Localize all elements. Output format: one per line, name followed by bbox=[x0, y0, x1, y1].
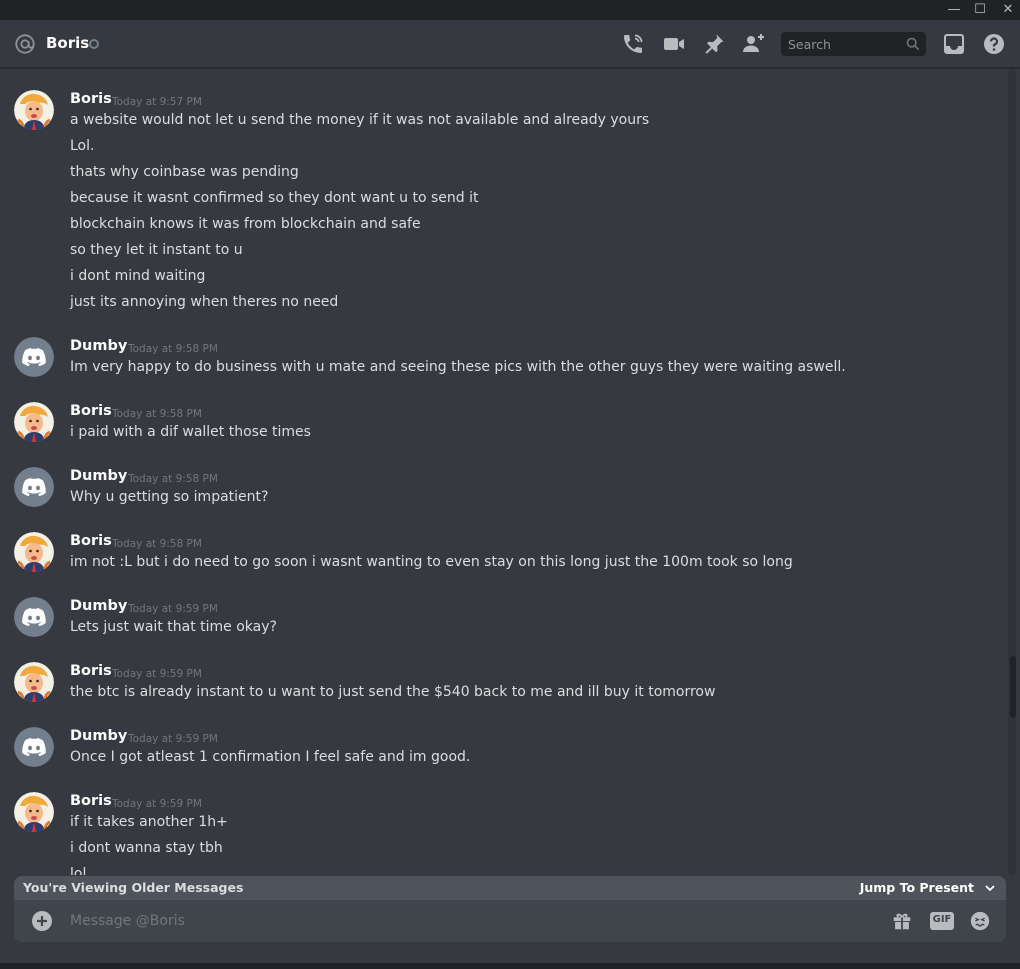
older-messages-text: You're Viewing Older Messages bbox=[23, 880, 244, 895]
message-text: because it wasnt confirmed so they dont … bbox=[70, 190, 479, 206]
gift-icon[interactable] bbox=[891, 910, 913, 932]
help-icon[interactable] bbox=[982, 32, 1006, 56]
message-timestamp: Today at 9:59 PM bbox=[112, 668, 202, 680]
message-text: Why u getting so impatient? bbox=[70, 489, 269, 505]
add-friend-to-dm-icon[interactable] bbox=[742, 32, 766, 56]
message-timestamp: Today at 9:58 PM bbox=[128, 343, 218, 355]
emoji-icon[interactable] bbox=[969, 910, 991, 932]
message-text: i dont mind waiting bbox=[70, 268, 206, 284]
message-text: Im very happy to do business with u mate… bbox=[70, 359, 846, 375]
search-box[interactable] bbox=[781, 32, 926, 56]
boris-avatar[interactable] bbox=[14, 662, 54, 702]
message-text: a website would not let u send the money… bbox=[70, 112, 650, 128]
message-text: thats why coinbase was pending bbox=[70, 164, 299, 180]
pinned-messages-icon[interactable] bbox=[702, 32, 726, 56]
start-voice-call-icon[interactable] bbox=[621, 32, 645, 56]
message-text: just its annoying when theres no need bbox=[70, 294, 339, 310]
message-timestamp: Today at 9:58 PM bbox=[112, 408, 202, 420]
message-timestamp: Today at 9:59 PM bbox=[128, 733, 218, 745]
channel-header: Boris bbox=[0, 20, 1020, 68]
jump-to-present-button[interactable]: Jump To Present bbox=[860, 880, 974, 895]
message-author[interactable]: Boris bbox=[70, 663, 112, 679]
message-author[interactable]: Dumby bbox=[70, 598, 127, 614]
message-text: i dont wanna stay tbh bbox=[70, 840, 223, 856]
older-messages-banner: You're Viewing Older Messages Jump To Pr… bbox=[14, 876, 1006, 900]
message-timestamp: Today at 9:57 PM bbox=[112, 96, 202, 108]
gif-icon[interactable]: GIF bbox=[930, 912, 954, 930]
inbox-icon[interactable] bbox=[942, 32, 966, 56]
message-author[interactable]: Boris bbox=[70, 91, 112, 107]
message-text: blockchain knows it was from blockchain … bbox=[70, 216, 421, 232]
window-titlebar: — ☐ ✕ bbox=[0, 0, 1020, 20]
message-input[interactable] bbox=[70, 910, 850, 932]
message-text: Lol. bbox=[70, 138, 95, 154]
message-list[interactable]: Boris Today at 9:57 PM a website would not… bbox=[0, 69, 1008, 875]
maximize-button[interactable]: ☐ bbox=[966, 0, 994, 20]
minimize-button[interactable]: — bbox=[940, 0, 968, 20]
message-text: if it takes another 1h+ bbox=[70, 814, 228, 830]
message-text: Lets just wait that time okay? bbox=[70, 619, 277, 635]
scrollbar-track[interactable] bbox=[1008, 69, 1016, 875]
message-text: lol bbox=[70, 866, 87, 875]
start-video-call-icon[interactable] bbox=[662, 32, 686, 56]
message-text: so they let it instant to u bbox=[70, 242, 243, 258]
message-author[interactable]: Dumby bbox=[70, 728, 127, 744]
message-author[interactable]: Dumby bbox=[70, 338, 127, 354]
offline-status-icon bbox=[89, 39, 99, 49]
close-window-button[interactable]: ✕ bbox=[994, 0, 1020, 20]
message-author[interactable]: Boris bbox=[70, 793, 112, 809]
message-author[interactable]: Boris bbox=[70, 403, 112, 419]
message-text: i paid with a dif wallet those times bbox=[70, 424, 311, 440]
message-composer: GIF bbox=[14, 900, 1006, 942]
gif-label: GIF bbox=[932, 914, 952, 925]
discord-default-avatar[interactable] bbox=[14, 337, 54, 377]
message-timestamp: Today at 9:58 PM bbox=[112, 538, 202, 550]
message-text: the btc is already instant to u want to … bbox=[70, 684, 716, 700]
window-bottom-edge bbox=[0, 963, 1020, 969]
discord-default-avatar[interactable] bbox=[14, 467, 54, 507]
discord-default-avatar[interactable] bbox=[14, 727, 54, 767]
message-text: im not :L but i do need to go soon i was… bbox=[70, 554, 793, 570]
boris-avatar[interactable] bbox=[14, 90, 54, 130]
message-timestamp: Today at 9:59 PM bbox=[112, 798, 202, 810]
boris-avatar[interactable] bbox=[14, 532, 54, 572]
message-timestamp: Today at 9:58 PM bbox=[128, 473, 218, 485]
channel-name: Boris bbox=[46, 34, 90, 52]
boris-avatar[interactable] bbox=[14, 402, 54, 442]
message-timestamp: Today at 9:59 PM bbox=[128, 603, 218, 615]
discord-default-avatar[interactable] bbox=[14, 597, 54, 637]
message-author[interactable]: Dumby bbox=[70, 468, 127, 484]
boris-avatar[interactable] bbox=[14, 792, 54, 832]
scrollbar-thumb[interactable] bbox=[1010, 656, 1016, 718]
search-icon bbox=[906, 37, 920, 51]
add-attachment-icon[interactable] bbox=[32, 911, 52, 931]
search-input[interactable] bbox=[788, 36, 898, 52]
at-icon bbox=[15, 34, 35, 54]
message-author[interactable]: Boris bbox=[70, 533, 112, 549]
message-text: Once I got atleast 1 confirmation I feel… bbox=[70, 749, 471, 765]
chevron-down-icon[interactable] bbox=[984, 882, 996, 894]
